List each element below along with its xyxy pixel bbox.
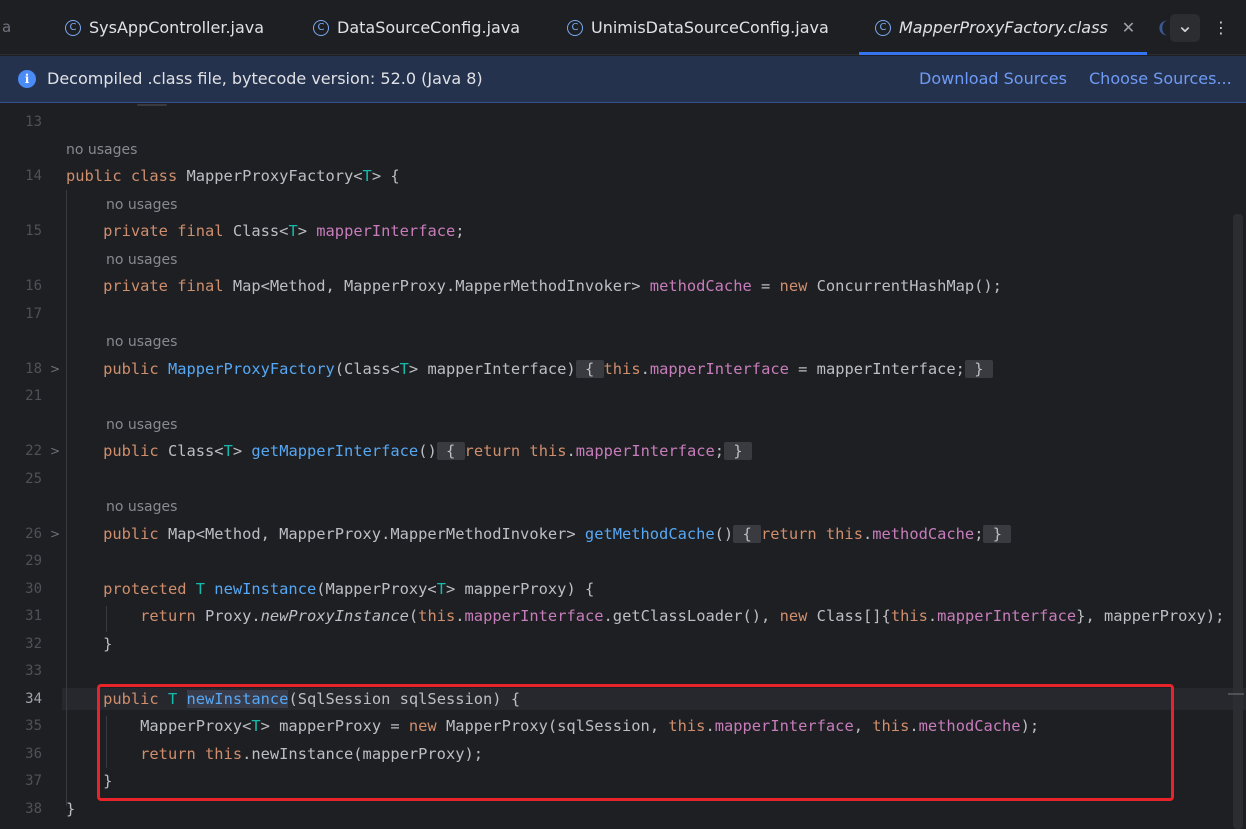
tab-mapper-proxy-factory[interactable]: C MapperProxyFactory.class ✕ [858, 0, 1148, 55]
class-icon: C [567, 19, 583, 36]
expand-fold-icon[interactable]: > [50, 524, 60, 544]
line-number: 14 [25, 168, 42, 184]
expand-fold-icon[interactable]: > [50, 441, 60, 461]
decompiled-notification-banner: i Decompiled .class file, bytecode versi… [0, 56, 1246, 103]
line-number: 37 [25, 773, 42, 789]
code-line: public MapperProxyFactory(Class<T> mappe… [103, 360, 993, 378]
code-line: private final Class<T> mapperInterface; [103, 222, 465, 240]
line-number: 30 [25, 581, 42, 597]
tab-overflow-left[interactable]: a [2, 0, 11, 55]
highlight-annotation-box [97, 684, 1174, 801]
code-line: } [66, 635, 113, 653]
info-icon: i [18, 70, 36, 88]
tab-label: SysAppController.java [89, 18, 265, 37]
download-sources-link[interactable]: Download Sources [919, 69, 1067, 88]
line-number: 32 [25, 636, 42, 652]
vertical-scrollbar[interactable] [1233, 214, 1243, 829]
scroll-marker [1228, 693, 1244, 695]
class-icon: C [65, 19, 81, 36]
expand-fold-icon[interactable]: > [50, 359, 60, 379]
usage-hint[interactable]: no usages [106, 333, 177, 351]
code-line: private final Map<Method, MapperProxy.Ma… [103, 277, 1002, 295]
line-number: 25 [25, 471, 42, 487]
code-line: protected T newInstance(MapperProxy<T> m… [103, 580, 595, 598]
tab-label: MapperProxyFactory.class [899, 18, 1108, 37]
line-number: 17 [25, 306, 42, 322]
tab-label: DataSourceConfig.java [337, 18, 521, 37]
usage-hint[interactable]: no usages [106, 498, 177, 516]
line-number: 16 [25, 278, 42, 294]
code-line: return Proxy.newProxyInstance(this.mappe… [140, 607, 1225, 625]
line-number: 18 [25, 361, 42, 377]
editor-tab-bar: a C SysAppController.java C DataSourceCo… [0, 0, 1246, 55]
tab-data-source-config[interactable]: C DataSourceConfig.java [313, 0, 520, 55]
class-icon: C [875, 19, 891, 36]
line-number: 15 [25, 223, 42, 239]
line-number: 21 [25, 388, 42, 404]
tab-label: UnimisDataSourceConfig.java [591, 18, 829, 37]
usage-hint[interactable]: no usages [106, 196, 177, 214]
tab-unimis-data-source-config[interactable]: C UnimisDataSourceConfig.java [567, 0, 829, 55]
code-editor[interactable]: 13 14 15 16 17 18 > 21 22 > 25 26 > 29 3… [0, 104, 1246, 829]
line-number-gutter: 13 14 15 16 17 18 > 21 22 > 25 26 > 29 3… [0, 104, 62, 829]
line-number: 36 [25, 746, 42, 762]
chevron-down-icon[interactable]: ⌄ [1173, 13, 1197, 37]
usage-hint[interactable]: no usages [106, 416, 177, 434]
usage-hint[interactable]: no usages [106, 251, 177, 269]
usage-hint[interactable]: no usages [66, 141, 137, 159]
folded-region-chip [137, 104, 167, 106]
banner-message: Decompiled .class file, bytecode version… [47, 69, 483, 88]
close-tab-icon[interactable]: ✕ [1122, 18, 1135, 37]
line-number: 29 [25, 553, 42, 569]
choose-sources-link[interactable]: Choose Sources... [1089, 69, 1232, 88]
tab-sys-app-controller[interactable]: C SysAppController.java [65, 0, 264, 55]
class-icon: C [313, 19, 329, 36]
line-number: 26 [25, 526, 42, 542]
line-number: 33 [25, 663, 42, 679]
line-number: 22 [25, 443, 42, 459]
code-line: public class MapperProxyFactory<T> { [66, 167, 400, 185]
line-number: 13 [25, 114, 42, 130]
code-line: } [66, 800, 76, 818]
code-line: public Class<T> getMapperInterface() { r… [103, 442, 752, 460]
line-number: 31 [25, 608, 42, 624]
code-line: public Map<Method, MapperProxy.MapperMet… [103, 525, 1012, 543]
line-number: 38 [25, 801, 42, 817]
line-number: 35 [25, 718, 42, 734]
line-number-current: 34 [25, 691, 42, 707]
more-options-icon[interactable]: ⋮ [1209, 16, 1233, 40]
